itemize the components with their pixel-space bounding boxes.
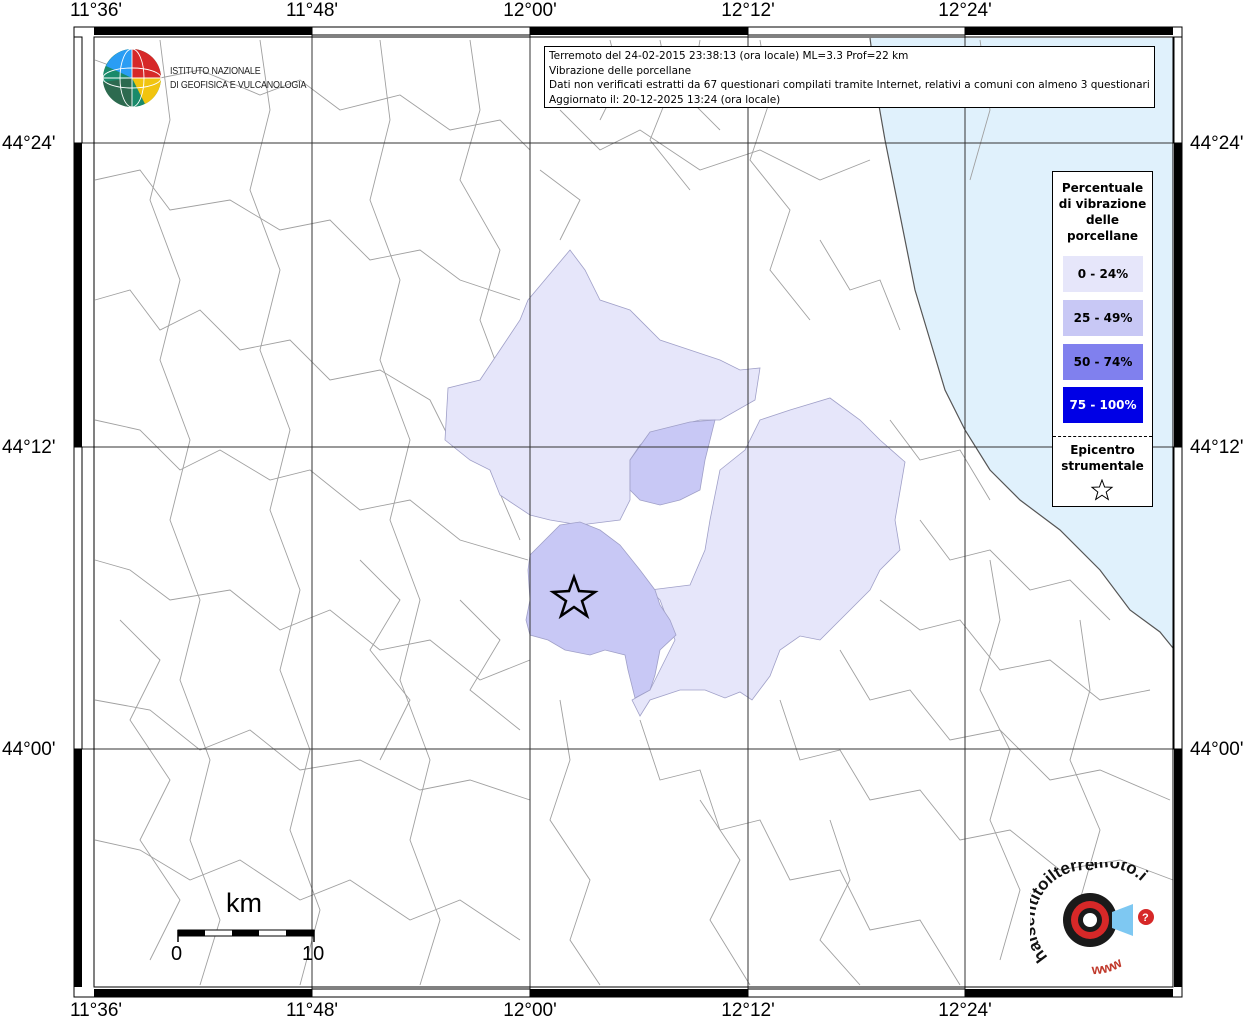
legend: Percentuale di vibrazione delle porcella… — [1052, 171, 1153, 507]
area-0-24-north — [444, 249, 761, 526]
svg-text:?: ? — [1142, 912, 1149, 924]
event-info-box: Terremoto del 24-02-2015 23:38:13 (ora l… — [544, 46, 1155, 108]
lat-label-right-3: 44°00' — [1190, 739, 1244, 760]
lon-label-top-1: 11°36' — [69, 0, 123, 21]
lon-label-bottom-4: 12°12' — [721, 1000, 775, 1021]
ingv-name: ISTITUTO NAZIONALE DI GEOFISICA E VULCAN… — [170, 64, 330, 92]
svg-text:www: www — [1090, 954, 1124, 977]
ingv-name-line1: ISTITUTO NAZIONALE — [170, 65, 261, 77]
lon-label-bottom-3: 12°00' — [503, 1000, 557, 1021]
legend-epicenter-line: Epicentro — [1070, 443, 1135, 457]
legend-star-icon — [1090, 479, 1114, 501]
lat-label-right-2: 44°12' — [1190, 437, 1244, 458]
lat-label-left-1: 44°24' — [2, 133, 56, 154]
lon-label-bottom-2: 11°48' — [285, 1000, 339, 1021]
map-subject: Vibrazione delle porcellane — [549, 64, 692, 77]
legend-title-line: porcellane — [1066, 229, 1138, 243]
legend-title-line: di vibrazione — [1058, 197, 1147, 211]
scale-unit: km — [226, 888, 262, 918]
event-title: Terremoto del 24-02-2015 23:38:13 (ora l… — [549, 50, 909, 62]
lat-label-right-1: 44°24' — [1190, 133, 1244, 154]
lon-label-top-3: 12°00' — [503, 0, 557, 21]
lon-label-top-4: 12°12' — [721, 0, 775, 21]
legend-class-50-74: 50 - 74% — [1063, 344, 1143, 380]
intensity-areas — [444, 249, 906, 717]
legend-title-line: Percentuale — [1061, 181, 1144, 195]
legend-title: Percentuale di vibrazione delle porcella… — [1053, 180, 1152, 244]
area-25-49-epicentral — [525, 521, 677, 699]
lat-label-left-2: 44°12' — [2, 437, 56, 458]
lon-label-top-5: 12°24' — [938, 0, 992, 21]
scale-end: 10 — [302, 943, 325, 965]
legend-epicenter-label: Epicentro strumentale — [1053, 442, 1152, 474]
legend-epicenter-line: strumentale — [1061, 459, 1144, 473]
legend-class-25-49: 25 - 49% — [1063, 300, 1143, 336]
hst-logo-www: www — [1090, 954, 1124, 977]
legend-class-75-100: 75 - 100% — [1063, 387, 1143, 423]
data-note: Dati non verificati estratti da 67 quest… — [549, 79, 1150, 92]
updated-date: Aggiornato il: 20-12-2025 13:24 (ora loc… — [549, 93, 781, 106]
haisentitoilterremoto-logo: haisentitoilterremoto.it www ? — [1030, 862, 1154, 977]
legend-title-line: delle — [1085, 213, 1120, 227]
legend-class-0-24: 0 - 24% — [1063, 256, 1143, 292]
scale-bar — [177, 929, 315, 942]
lat-label-left-3: 44°00' — [2, 739, 56, 760]
lon-label-bottom-5: 12°24' — [938, 1000, 992, 1021]
scale-start: 0 — [171, 943, 183, 965]
lon-label-top-2: 11°48' — [285, 0, 339, 21]
ingv-name-line2: DI GEOFISICA E VULCANOLOGIA — [170, 79, 307, 91]
lon-label-bottom-1: 11°36' — [69, 1000, 123, 1021]
legend-separator — [1053, 436, 1152, 437]
